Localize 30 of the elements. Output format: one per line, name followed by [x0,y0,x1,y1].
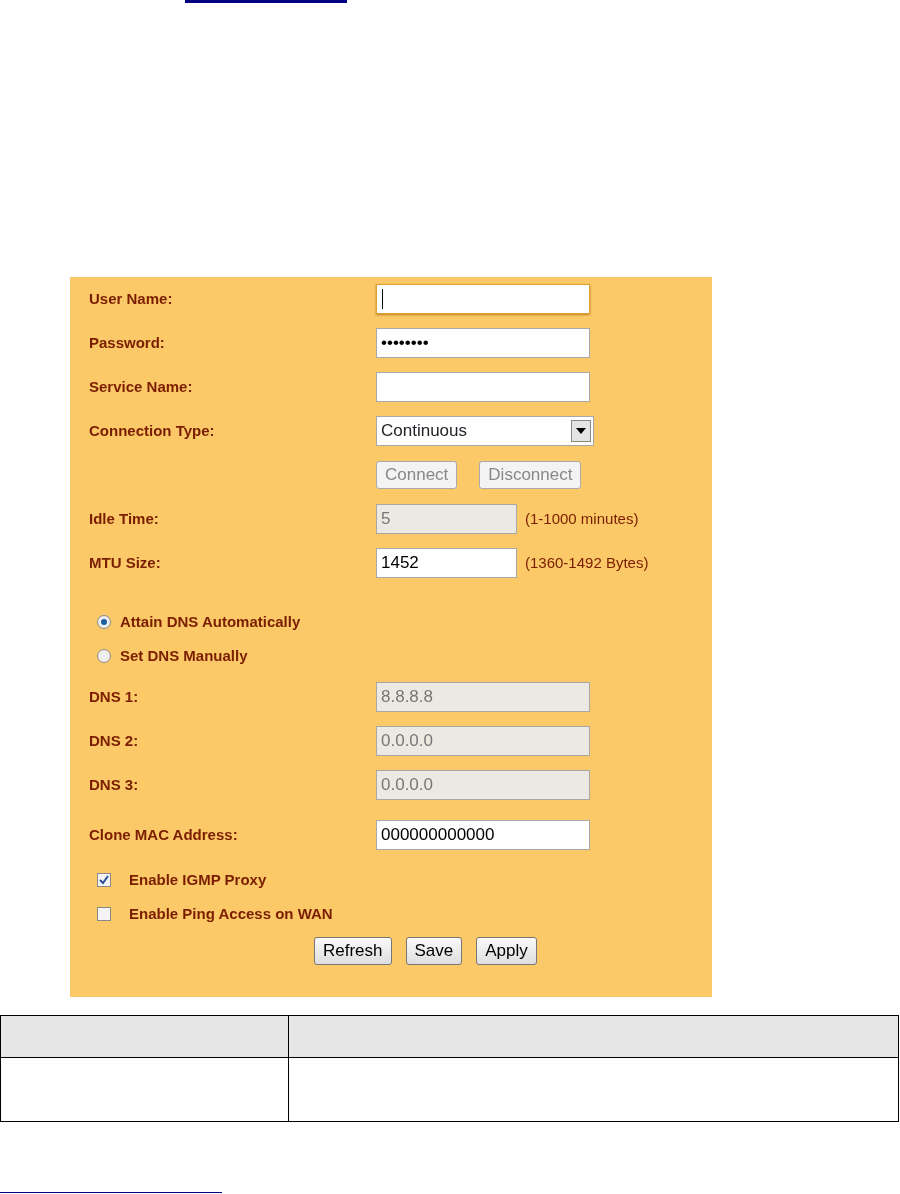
field-label: Service Name: [89,376,194,397]
checkbox[interactable] [97,907,111,921]
input-field[interactable] [376,372,590,402]
input-field[interactable]: 000000000000 [376,820,590,850]
checkbox-label: Enable Ping Access on WAN [129,903,333,924]
field-label: Password: [89,332,166,353]
dropdown[interactable]: Continuous [376,416,594,446]
checkbox-label: Enable IGMP Proxy [129,869,267,890]
hint-text: (1-1000 minutes) [525,508,639,529]
radio-label: Set DNS Manually [120,645,248,666]
action-button[interactable]: Apply [476,937,537,965]
hint-text: (1360-1492 Bytes) [525,552,649,573]
field-label: MTU Size: [89,552,162,573]
dropdown-caret-icon[interactable] [571,420,591,442]
field-label: Idle Time: [89,508,160,529]
field-label: DNS 2: [89,730,140,751]
field-label: DNS 3: [89,774,140,795]
action-button[interactable]: Refresh [314,937,392,965]
field-label: Connection Type: [89,420,216,441]
radio-button[interactable] [97,649,111,663]
radio-label: Attain DNS Automatically [120,611,301,632]
field-label: User Name: [89,288,174,309]
checkbox[interactable] [97,873,111,887]
field-label: Clone MAC Address: [89,824,239,845]
input-field[interactable]: •••••••• [376,328,590,358]
radio-button[interactable] [97,615,111,629]
input-field[interactable] [376,284,590,314]
input-field[interactable]: 1452 [376,548,517,578]
action-button[interactable]: Save [405,937,463,965]
field-label: DNS 1: [89,686,140,707]
